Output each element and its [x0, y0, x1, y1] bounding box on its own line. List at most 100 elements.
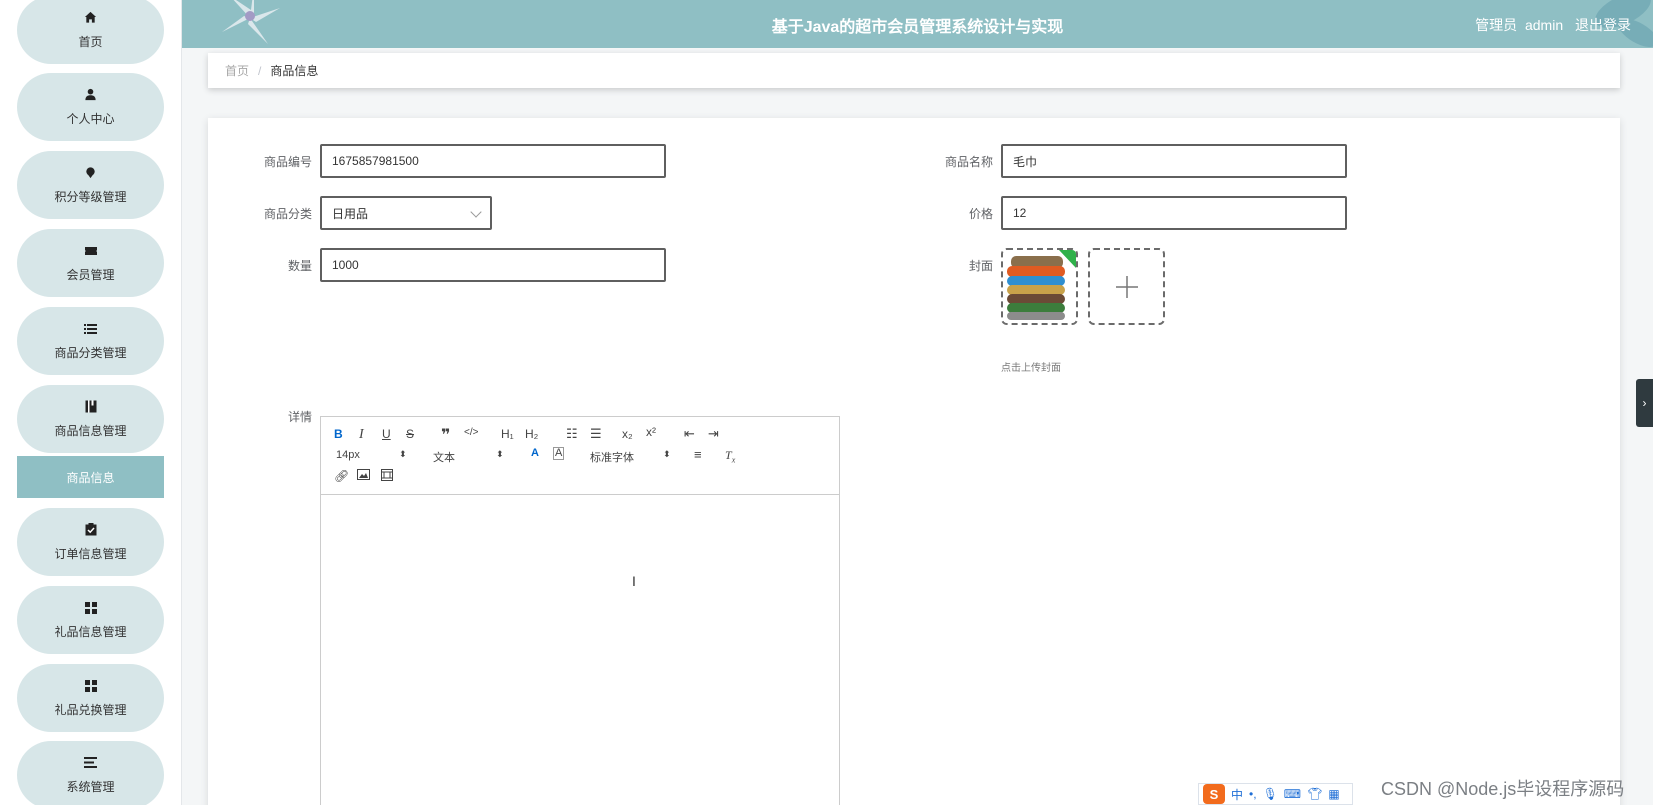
breadcrumb-current: 商品信息	[270, 64, 319, 78]
editor-toolbar: B I U S ❞ </> H₁ H₂ ☷ ☰ x₂ x² ⇤ ⇥ 14px ⬍	[321, 417, 839, 495]
ime-toolbar: S 中 •, 🎙︎ ⌨ 👕︎ ▦	[1198, 783, 1353, 805]
breadcrumb-home-link[interactable]: 首页	[225, 62, 249, 79]
sidebar-item-members[interactable]: 会员管理	[17, 229, 164, 297]
sidebar-item-label: 系统管理	[66, 779, 115, 794]
sidebar-subitem-goods-info[interactable]: 商品信息	[17, 456, 164, 498]
align-left-icon[interactable]: ≡	[694, 447, 702, 462]
code-block-icon[interactable]: </>	[464, 427, 478, 438]
sidebar-item-profile[interactable]: 个人中心	[17, 73, 164, 141]
up-down-arrows-icon: ⬍	[399, 449, 407, 459]
subscript-icon[interactable]: x₂	[622, 427, 633, 441]
ticket-icon	[84, 244, 98, 258]
keyboard-icon[interactable]: ⌨	[1284, 787, 1301, 801]
background-color-icon[interactable]: A	[553, 447, 565, 460]
price-input[interactable]: 12	[1001, 196, 1347, 230]
sidebar-item-system[interactable]: 系统管理	[17, 741, 164, 805]
top-header: 基于Java的超市会员管理系统设计与实现 管理员 admin 退出登录	[182, 0, 1653, 48]
sidebar-item-label: 积分等级管理	[54, 189, 127, 204]
plus-icon	[1115, 275, 1138, 298]
font-family-select[interactable]: 标准字体 ⬍	[590, 449, 680, 465]
indent-icon[interactable]: ⇥	[708, 426, 719, 442]
quantity-label: 数量	[287, 259, 312, 273]
grid-icon	[84, 679, 98, 693]
goods-category-value: 日用品	[332, 206, 369, 221]
goods-code-input[interactable]: 1675857981500	[320, 144, 666, 178]
logout-button[interactable]: 退出登录	[1575, 17, 1631, 33]
watermark: CSDN @Node.js毕设程序源码	[1381, 779, 1625, 799]
book-icon	[84, 400, 98, 414]
cover-upload-button[interactable]	[1088, 248, 1165, 325]
page-title: 基于Java的超市会员管理系统设计与实现	[771, 19, 1064, 36]
breadcrumb: 首页 / 商品信息	[208, 53, 1620, 88]
sidebar-item-points-level[interactable]: 积分等级管理	[17, 151, 164, 219]
grid-icon	[84, 601, 98, 615]
sidebar-item-label: 商品信息管理	[54, 423, 127, 438]
sidebar-item-label: 订单信息管理	[54, 546, 127, 561]
price-label: 价格	[968, 207, 993, 221]
image-icon[interactable]	[357, 469, 370, 483]
sidebar-item-label: 礼品兑换管理	[54, 702, 127, 717]
sidebar: 首页 个人中心 积分等级管理 会员管理 商品分类管理 商品信息管理 商品信息 订…	[0, 0, 182, 805]
outdent-icon[interactable]: ⇤	[684, 426, 695, 442]
font-size-select[interactable]: 14px ⬍	[336, 449, 416, 461]
sidebar-item-home[interactable]: 首页	[17, 0, 164, 64]
badge-icon	[84, 166, 98, 180]
skin-icon[interactable]: 👕︎	[1307, 787, 1322, 801]
blockquote-icon[interactable]: ❞	[441, 425, 450, 445]
clipboard-icon	[84, 523, 98, 537]
ordered-list-icon[interactable]: ☷	[566, 426, 578, 442]
user-role: 管理员	[1475, 17, 1518, 33]
bullet-list-icon[interactable]: ☰	[590, 426, 602, 442]
cover-label: 封面	[968, 259, 993, 273]
quantity-input[interactable]: 1000	[320, 248, 666, 282]
home-icon	[84, 11, 98, 25]
toolbox-icon[interactable]: ▦	[1328, 787, 1339, 801]
chevron-right-icon[interactable]: ›	[1636, 379, 1653, 427]
punctuation-icon[interactable]: •,	[1249, 787, 1257, 801]
sidebar-item-label: 商品分类管理	[54, 345, 127, 360]
towel-image	[1003, 250, 1076, 323]
goods-category-select[interactable]: 日用品	[320, 196, 492, 230]
editor-content-area[interactable]: I	[321, 495, 839, 805]
breadcrumb-separator: /	[258, 63, 262, 78]
ime-mode[interactable]: 中	[1231, 786, 1243, 803]
goods-code-label: 商品编号	[263, 155, 312, 169]
block-type-value: 文本	[433, 452, 455, 464]
app-root: 首页 个人中心 积分等级管理 会员管理 商品分类管理 商品信息管理 商品信息 订…	[0, 0, 1653, 805]
block-type-select[interactable]: 文本 ⬍	[433, 449, 513, 465]
sidebar-item-gifts[interactable]: 礼品信息管理	[17, 586, 164, 654]
list-icon	[84, 322, 98, 336]
cover-image-preview[interactable]	[1001, 248, 1078, 325]
goods-name-label: 商品名称	[944, 155, 993, 169]
username: admin	[1524, 17, 1564, 33]
italic-icon[interactable]: I	[359, 427, 364, 443]
video-icon[interactable]	[381, 469, 393, 484]
clear-format-icon[interactable]: Tx	[725, 448, 735, 464]
font-color-icon[interactable]: A	[531, 447, 539, 459]
sogou-logo-icon: S	[1203, 784, 1225, 804]
sidebar-item-orders[interactable]: 订单信息管理	[17, 508, 164, 576]
up-down-arrows-icon: ⬍	[663, 449, 671, 459]
heading1-icon[interactable]: H₁	[501, 427, 514, 441]
font-family-value: 标准字体	[590, 452, 634, 464]
goods-name-input[interactable]: 毛巾	[1001, 144, 1347, 178]
sidebar-item-label: 礼品信息管理	[54, 624, 127, 639]
bold-icon[interactable]: B	[334, 427, 343, 441]
underline-icon[interactable]: U	[382, 427, 391, 441]
strikethrough-icon[interactable]: S	[406, 427, 414, 441]
heading2-icon[interactable]: H₂	[525, 427, 538, 441]
sidebar-item-category[interactable]: 商品分类管理	[17, 307, 164, 375]
sidebar-item-label: 首页	[78, 34, 103, 49]
link-icon[interactable]: 🔗︎	[334, 469, 349, 483]
user-icon	[84, 88, 98, 102]
sidebar-item-goods[interactable]: 商品信息管理	[17, 385, 164, 453]
text-cursor-icon: I	[632, 573, 636, 589]
sidebar-item-label: 个人中心	[66, 111, 115, 126]
detail-label: 详情	[287, 410, 312, 424]
goods-form-card: 商品编号 1675857981500 商品名称 毛巾 商品分类 日用品 价格 1…	[208, 118, 1620, 805]
chevron-down-icon	[470, 206, 482, 218]
microphone-icon[interactable]: 🎙︎	[1263, 787, 1278, 801]
menu-icon	[84, 756, 98, 770]
superscript-icon[interactable]: x²	[646, 425, 656, 439]
sidebar-item-gift-exchange[interactable]: 礼品兑换管理	[17, 664, 164, 732]
